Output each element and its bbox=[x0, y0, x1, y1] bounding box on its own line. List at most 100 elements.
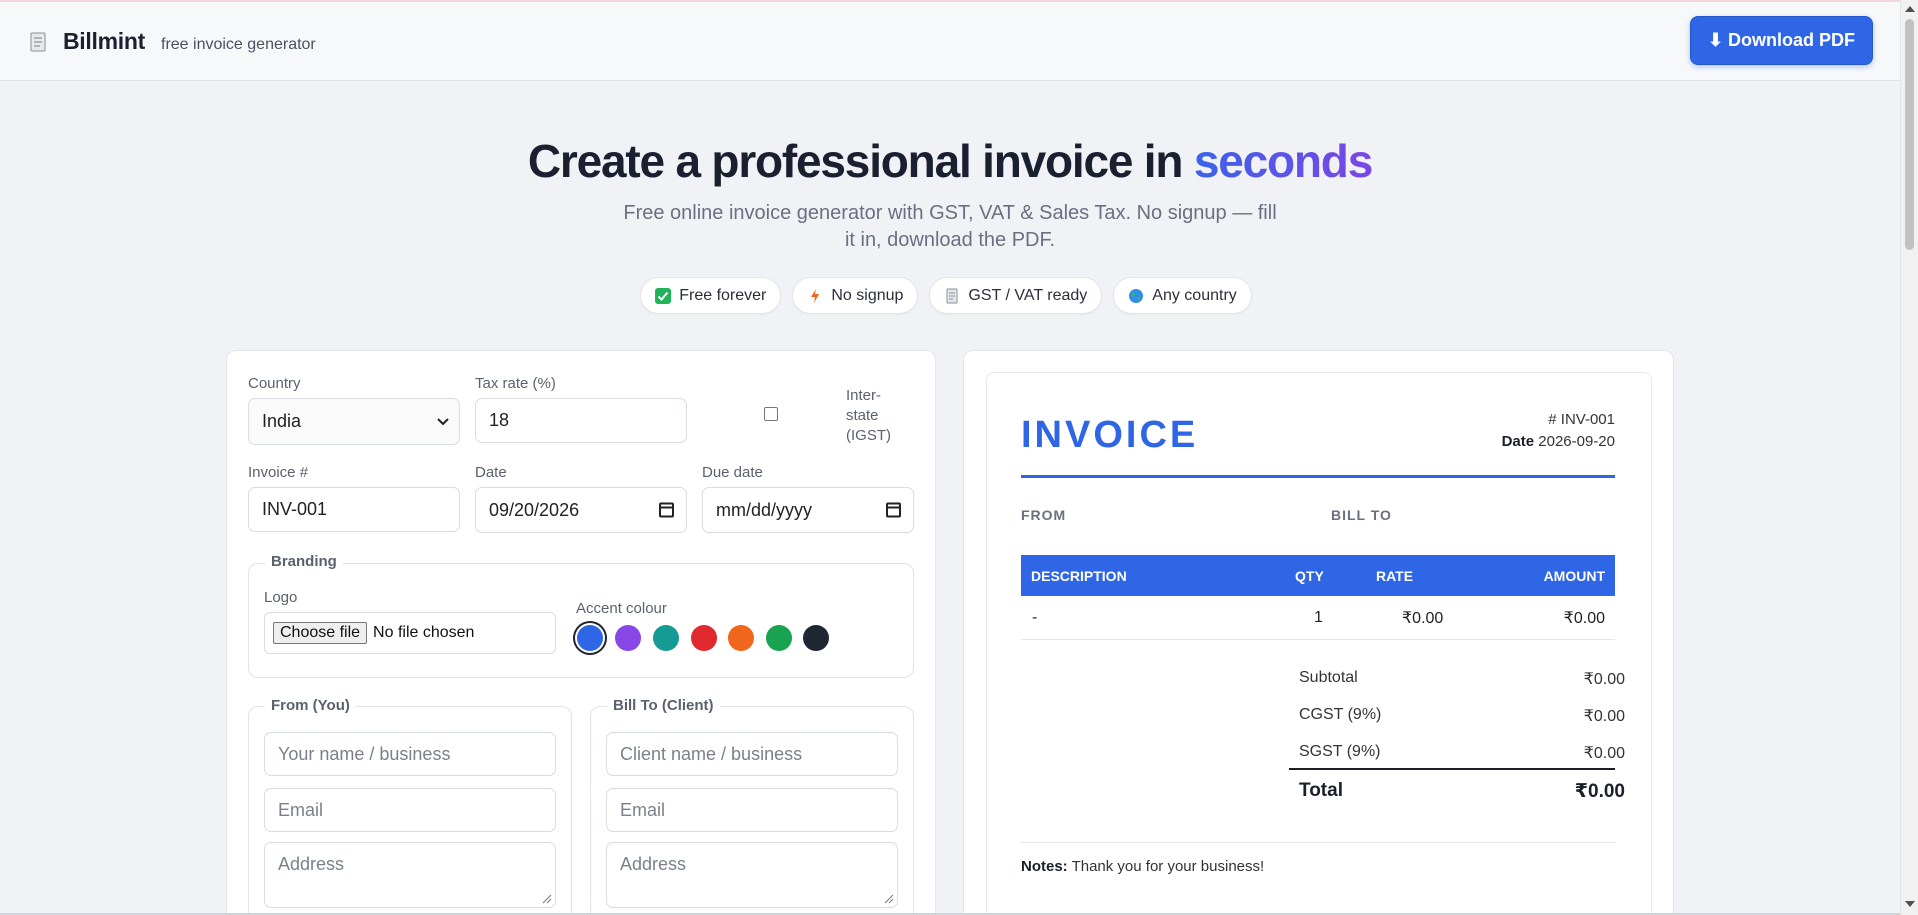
accent-colour-label: Accent colour bbox=[576, 600, 667, 617]
cgst-label: CGST (9%) bbox=[1299, 706, 1382, 723]
from-email-placeholder: Email bbox=[278, 799, 324, 820]
subtotal-label: Subtotal bbox=[1299, 669, 1358, 686]
due-date-placeholder: mm/dd/yyyy bbox=[716, 499, 813, 520]
resize-handle-icon[interactable] bbox=[884, 894, 894, 904]
scrollbar-thumb[interactable] bbox=[1905, 19, 1914, 250]
invoice-date-label: Date bbox=[1501, 433, 1535, 450]
sgst-label: SGST (9%) bbox=[1299, 743, 1381, 760]
col-rate: RATE bbox=[1376, 567, 1414, 584]
total-divider bbox=[1289, 768, 1615, 770]
chip-label: GST / VAT ready bbox=[968, 286, 1088, 304]
notes-divider bbox=[1021, 842, 1615, 843]
invoice-number: # INV-001 bbox=[1548, 411, 1615, 428]
calendar-icon[interactable] bbox=[886, 502, 901, 518]
total-value: ₹0.00 bbox=[1574, 781, 1625, 802]
due-date-input[interactable]: mm/dd/yyyy bbox=[702, 487, 914, 533]
client-email-input[interactable]: Email bbox=[606, 788, 898, 832]
receipt-icon bbox=[30, 32, 46, 52]
invoice-date: Date 2026-09-20 bbox=[1502, 433, 1615, 450]
file-status: No file chosen bbox=[373, 624, 475, 641]
check-box-icon bbox=[655, 287, 672, 304]
col-description: DESCRIPTION bbox=[1031, 567, 1127, 584]
row-qty: 1 bbox=[1314, 608, 1323, 626]
logo-file-input[interactable]: Choose file No file chosen bbox=[264, 612, 556, 654]
invoice-date-value: 2026-09-20 bbox=[1538, 433, 1615, 450]
table-row: - 1 ₹0.00 ₹0.00 bbox=[1021, 596, 1615, 640]
invoice-number-value: INV-001 bbox=[262, 499, 328, 519]
bill-to-heading: BILL TO bbox=[1331, 507, 1392, 523]
scroll-down-arrow-icon[interactable] bbox=[1905, 901, 1915, 907]
receipt-icon bbox=[944, 288, 960, 304]
download-pdf-button[interactable]: ⬇ Download PDF bbox=[1690, 16, 1873, 65]
page-scrollbar[interactable] bbox=[1900, 0, 1918, 915]
chip-label: Any country bbox=[1152, 286, 1237, 304]
interstate-checkbox[interactable] bbox=[764, 407, 778, 421]
choose-file-button[interactable]: Choose file bbox=[273, 622, 368, 644]
chip-gst-vat: GST / VAT ready bbox=[929, 277, 1103, 314]
hero-title-main: Create a professional invoice in bbox=[527, 135, 1194, 187]
chip-label: Free forever bbox=[679, 286, 767, 304]
sgst-value: ₹0.00 bbox=[1583, 745, 1625, 762]
tax-rate-input[interactable]: 18 bbox=[475, 398, 687, 443]
invoice-number-input[interactable]: INV-001 bbox=[248, 487, 460, 532]
brand-name[interactable]: Billmint bbox=[63, 28, 145, 55]
accent-swatch-green[interactable] bbox=[766, 625, 792, 651]
row-amount: ₹0.00 bbox=[1563, 609, 1605, 627]
client-name-placeholder: Client name / business bbox=[620, 743, 803, 764]
country-select-value: India bbox=[262, 411, 302, 431]
tax-rate-label: Tax rate (%) bbox=[475, 375, 556, 392]
total-label: Total bbox=[1299, 780, 1343, 801]
client-address-textarea[interactable]: Address bbox=[606, 842, 898, 908]
col-amount: AMOUNT bbox=[1543, 567, 1605, 584]
due-date-label: Due date bbox=[702, 464, 763, 481]
client-name-input[interactable]: Client name / business bbox=[606, 732, 898, 776]
client-address-placeholder: Address bbox=[620, 854, 687, 874]
invoice-notes: Notes: Thank you for your business! bbox=[1021, 858, 1264, 875]
from-legend: From (You) bbox=[265, 697, 356, 714]
brand-tagline: free invoice generator bbox=[161, 36, 316, 53]
chip-label: No signup bbox=[831, 286, 904, 304]
from-address-placeholder: Address bbox=[278, 854, 345, 874]
bill-to-legend: Bill To (Client) bbox=[607, 697, 720, 714]
row-description: - bbox=[1032, 608, 1038, 626]
subtotal-value: ₹0.00 bbox=[1583, 671, 1625, 688]
from-address-textarea[interactable]: Address bbox=[264, 842, 556, 908]
chevron-down-icon bbox=[437, 417, 449, 425]
lightning-icon bbox=[807, 288, 823, 304]
chip-any-country: Any country bbox=[1113, 277, 1252, 314]
from-heading: FROM bbox=[1021, 507, 1067, 523]
invoice-title: INVOICE bbox=[1021, 414, 1199, 456]
logo-label: Logo bbox=[264, 589, 298, 606]
invoice-accent-rule bbox=[1021, 475, 1615, 478]
chip-free-forever: Free forever bbox=[640, 277, 782, 314]
from-email-input[interactable]: Email bbox=[264, 788, 556, 832]
branding-legend: Branding bbox=[265, 553, 343, 570]
interstate-label: Inter-state (IGST) bbox=[846, 387, 891, 444]
calendar-icon[interactable] bbox=[659, 502, 674, 518]
date-input[interactable]: 09/20/2026 bbox=[475, 487, 687, 533]
accent-swatch-orange[interactable] bbox=[728, 625, 754, 651]
date-value: 09/20/2026 bbox=[489, 499, 580, 520]
globe-icon bbox=[1128, 288, 1144, 304]
hero-title-accent: seconds bbox=[1193, 135, 1373, 187]
resize-handle-icon[interactable] bbox=[542, 894, 552, 904]
from-name-placeholder: Your name / business bbox=[278, 743, 451, 764]
from-name-input[interactable]: Your name / business bbox=[264, 732, 556, 776]
feature-chips: Free forever No signup GST / VAT ready A… bbox=[0, 277, 1900, 314]
accent-swatch-blue[interactable] bbox=[577, 625, 603, 651]
accent-swatch-dark[interactable] bbox=[803, 625, 829, 651]
tax-rate-value: 18 bbox=[489, 410, 510, 430]
scroll-up-arrow-icon[interactable] bbox=[1905, 6, 1915, 12]
site-header: Billmint free invoice generator ⬇ Downlo… bbox=[0, 2, 1900, 81]
hero-subtitle: Free online invoice generator with GST, … bbox=[623, 202, 1277, 251]
row-rate: ₹0.00 bbox=[1402, 609, 1444, 627]
notes-text: Thank you for your business! bbox=[1071, 858, 1265, 875]
accent-swatch-teal[interactable] bbox=[653, 625, 679, 651]
accent-swatch-red[interactable] bbox=[691, 625, 717, 651]
country-label: Country bbox=[248, 375, 301, 392]
accent-swatch-purple[interactable] bbox=[615, 625, 641, 651]
items-table-header: DESCRIPTION QTY RATE AMOUNT bbox=[1021, 555, 1615, 596]
chip-no-signup: No signup bbox=[792, 277, 919, 314]
country-select[interactable]: India bbox=[248, 398, 460, 445]
col-qty: QTY bbox=[1295, 567, 1324, 584]
